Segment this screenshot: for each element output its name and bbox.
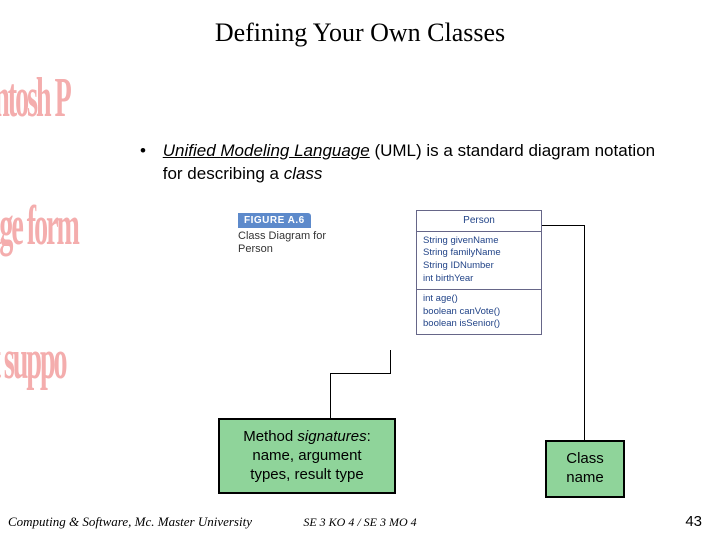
uml-classname: Person — [417, 211, 541, 232]
callout-method-signatures: Method signatures: name, argument types,… — [218, 418, 396, 494]
pointer-line — [330, 373, 390, 374]
uml-op: boolean isSenior() — [423, 318, 535, 331]
figure-label: FIGURE A.6 Class Diagram for Person — [238, 210, 388, 256]
watermark-line-2: mage form — [0, 196, 78, 260]
callout-class-name: Class name — [545, 440, 625, 498]
bullet-item: • Unified Modeling Language (UML) is a s… — [140, 140, 680, 186]
footer-center: SE 3 KO 4 / SE 3 MO 4 — [0, 515, 720, 530]
callout-text: Class — [566, 450, 604, 467]
pointer-line — [330, 373, 331, 419]
callout-text: types, result type — [250, 466, 363, 483]
page-number: 43 — [685, 513, 702, 530]
figure-caption-l2: Person — [238, 243, 273, 255]
bullet-term: Unified Modeling Language — [163, 141, 370, 160]
figure-area: FIGURE A.6 Class Diagram for Person Pers… — [238, 210, 568, 380]
uml-attr: String familyName — [423, 247, 535, 260]
uml-attributes: String givenName String familyName Strin… — [417, 232, 541, 290]
callout-text: name — [566, 469, 604, 486]
bullet-text: Unified Modeling Language (UML) is a sta… — [163, 140, 673, 186]
callout-text: : — [367, 428, 371, 445]
uml-attr: int birthYear — [423, 273, 535, 286]
callout-text: Method — [243, 428, 297, 445]
uml-operations: int age() boolean canVote() boolean isSe… — [417, 290, 541, 334]
figure-caption: Class Diagram for Person — [238, 230, 388, 256]
uml-op: boolean canVote() — [423, 306, 535, 319]
pointer-line — [584, 225, 585, 440]
callout-text: name, argument — [252, 447, 361, 464]
bullet-rest2: class — [284, 164, 323, 183]
figure-caption-l1: Class Diagram for — [238, 230, 326, 242]
callout-text-italic: signatures — [297, 428, 366, 445]
uml-class-box: Person String givenName String familyNam… — [416, 210, 542, 335]
uml-op: int age() — [423, 293, 535, 306]
pointer-line — [390, 350, 391, 374]
bullet-abbr: (UML) — [370, 141, 427, 160]
watermark-line-3: not suppo — [0, 330, 66, 394]
bullet-dot: • — [140, 140, 158, 163]
watermark-line-1: acintosh P — [0, 68, 70, 132]
uml-attr: String IDNumber — [423, 260, 535, 273]
figure-tag: FIGURE A.6 — [238, 213, 311, 228]
uml-attr: String givenName — [423, 235, 535, 248]
pointer-line — [542, 225, 584, 226]
slide-title: Defining Your Own Classes — [0, 0, 720, 48]
